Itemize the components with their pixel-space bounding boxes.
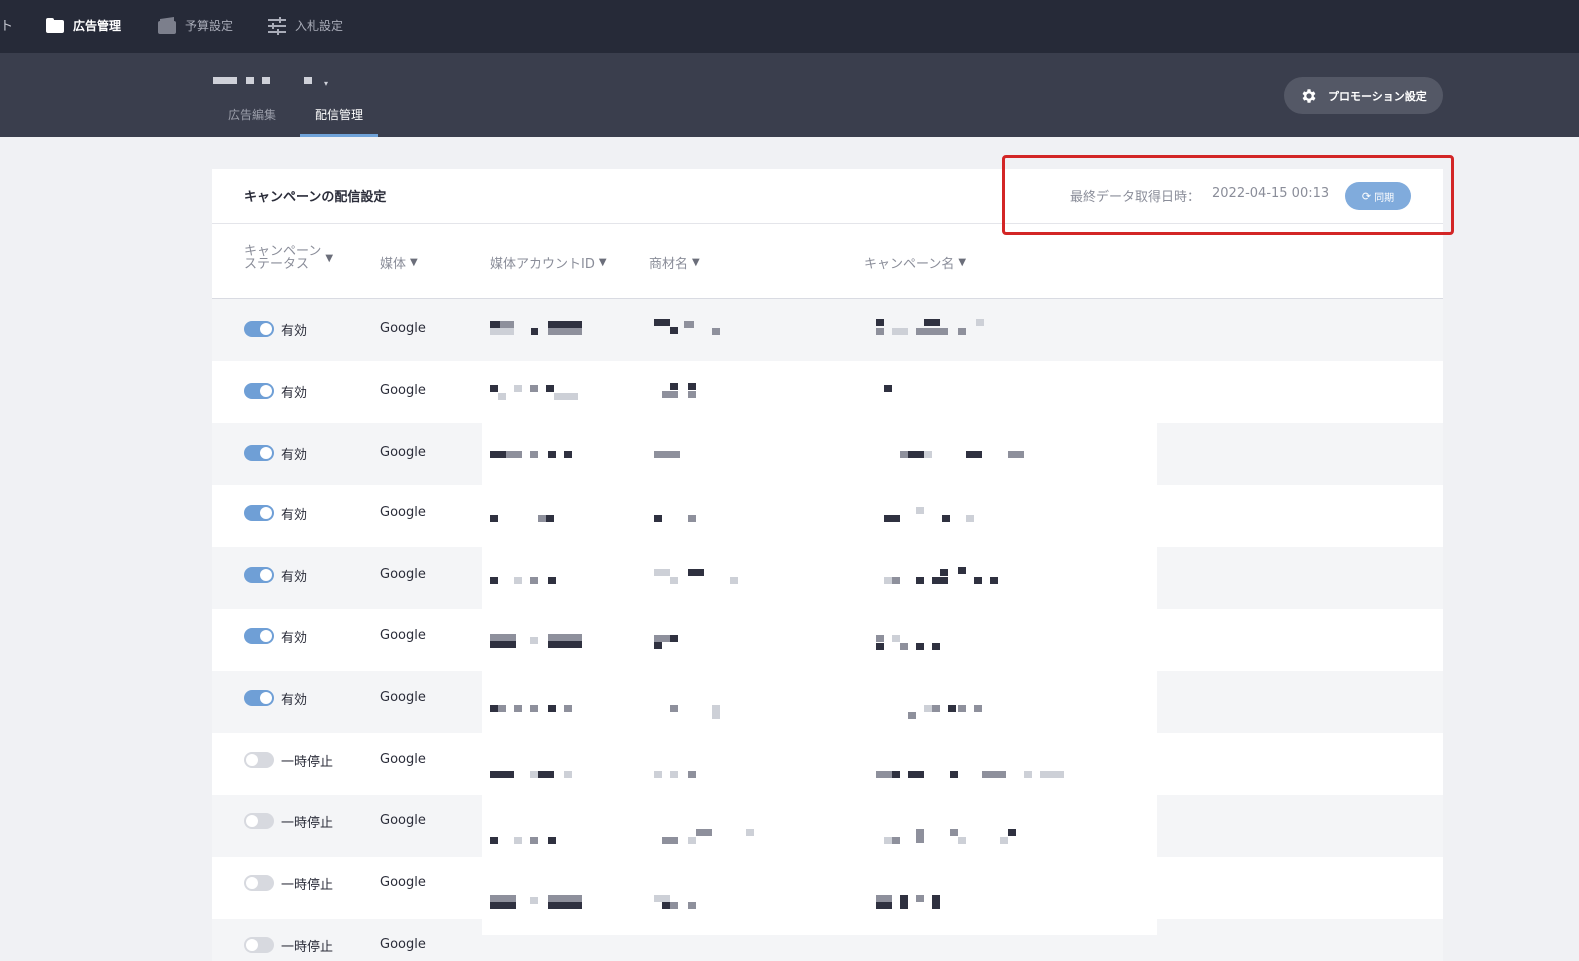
column-header-account-id[interactable]: 媒体アカウントID ▼	[490, 253, 607, 272]
highlight-box-last-fetch	[1002, 155, 1454, 235]
status-label: 有効	[281, 570, 308, 585]
chevron-down-icon: ▾	[324, 79, 329, 88]
media-cell: Google	[380, 445, 426, 460]
filter-icon[interactable]: ▼	[692, 257, 700, 268]
promotion-settings-label: プロモーション設定	[1328, 89, 1427, 103]
filter-icon[interactable]: ▼	[599, 257, 607, 268]
nav-item-budget-settings[interactable]: 予算設定	[157, 14, 233, 36]
status-toggle[interactable]	[244, 321, 274, 337]
table-row: 有効 Google	[212, 485, 1443, 547]
media-cell: Google	[380, 937, 426, 952]
status-label: 有効	[281, 448, 308, 463]
media-cell: Google	[380, 690, 426, 705]
sliders-icon	[267, 16, 287, 35]
sub-header: ▾ 広告編集 配信管理 プロモーション設定	[0, 53, 1579, 137]
folder-icon	[45, 16, 65, 34]
media-cell: Google	[380, 383, 426, 398]
table-row: 有効 Google	[212, 609, 1443, 671]
table-row: 有効 Google	[212, 299, 1443, 361]
media-cell: Google	[380, 752, 426, 767]
column-header-product-name[interactable]: 商材名 ▼	[649, 253, 700, 272]
table-row: 有効 Google	[212, 671, 1443, 733]
card-title: キャンペーンの配信設定	[244, 190, 387, 205]
status-label: 一時停止	[281, 878, 334, 893]
nav-item-bid-settings[interactable]: 入札設定	[267, 14, 343, 36]
column-header-label: キャンペーン ステータス	[244, 244, 322, 272]
status-toggle[interactable]	[244, 875, 274, 891]
media-cell: Google	[380, 505, 426, 520]
filter-icon[interactable]: ▼	[325, 253, 333, 264]
top-navigation-bar: ト 広告管理 予算設定 入札設定	[0, 0, 1579, 53]
table-row: 一時停止 Google	[212, 919, 1443, 961]
column-header-label: 商材名	[649, 257, 689, 272]
promotion-settings-button[interactable]: プロモーション設定	[1284, 77, 1443, 114]
tab-ad-edit[interactable]: 広告編集	[228, 106, 276, 137]
status-toggle[interactable]	[244, 752, 274, 768]
column-header-campaign-name[interactable]: キャンペーン名 ▼	[864, 253, 966, 272]
nav-item-label: 入札設定	[295, 18, 344, 33]
nav-edge-text: ト	[0, 19, 14, 34]
status-toggle[interactable]	[244, 383, 274, 399]
status-toggle[interactable]	[244, 813, 274, 829]
gear-icon	[1302, 88, 1316, 103]
nav-item-label: 広告管理	[73, 18, 122, 33]
nav-item-label: 予算設定	[185, 18, 234, 33]
status-toggle[interactable]	[244, 628, 274, 644]
status-label: 一時停止	[281, 755, 334, 770]
media-cell: Google	[380, 321, 426, 336]
column-header-campaign-status[interactable]: キャンペーン ステータス ▼	[244, 245, 333, 271]
status-label: 有効	[281, 324, 308, 339]
status-label: 有効	[281, 386, 308, 401]
status-toggle[interactable]	[244, 567, 274, 583]
table-row: 一時停止 Google	[212, 857, 1443, 919]
media-cell: Google	[380, 875, 426, 890]
status-toggle[interactable]	[244, 937, 274, 953]
table-row: 有効 Google	[212, 361, 1443, 423]
column-header-label: 媒体	[380, 257, 407, 272]
status-label: 有効	[281, 508, 308, 523]
status-label: 有効	[281, 631, 308, 646]
table-row: 有効 Google	[212, 547, 1443, 609]
status-toggle[interactable]	[244, 445, 274, 461]
column-header-media[interactable]: 媒体 ▼	[380, 253, 418, 272]
status-label: 有効	[281, 693, 308, 708]
status-toggle[interactable]	[244, 690, 274, 706]
table-row: 一時停止 Google	[212, 733, 1443, 795]
filter-icon[interactable]: ▼	[410, 257, 418, 268]
table-row: 一時停止 Google	[212, 795, 1443, 857]
wallet-icon	[157, 16, 177, 34]
status-label: 一時停止	[281, 816, 334, 831]
status-toggle[interactable]	[244, 505, 274, 521]
tab-delivery-management[interactable]: 配信管理	[300, 106, 378, 137]
media-cell: Google	[380, 628, 426, 643]
column-header-label: 媒体アカウントID	[490, 257, 595, 272]
table-row: 有効 Google	[212, 423, 1443, 485]
campaign-delivery-card: キャンペーンの配信設定 最終データ取得日時： 2022-04-15 00:13 …	[212, 169, 1443, 961]
column-header-label: キャンペーン名	[864, 257, 955, 272]
media-cell: Google	[380, 813, 426, 828]
filter-icon[interactable]: ▼	[958, 257, 966, 268]
media-cell: Google	[380, 567, 426, 582]
status-label: 一時停止	[281, 940, 334, 955]
nav-item-ad-management[interactable]: 広告管理	[45, 14, 121, 36]
